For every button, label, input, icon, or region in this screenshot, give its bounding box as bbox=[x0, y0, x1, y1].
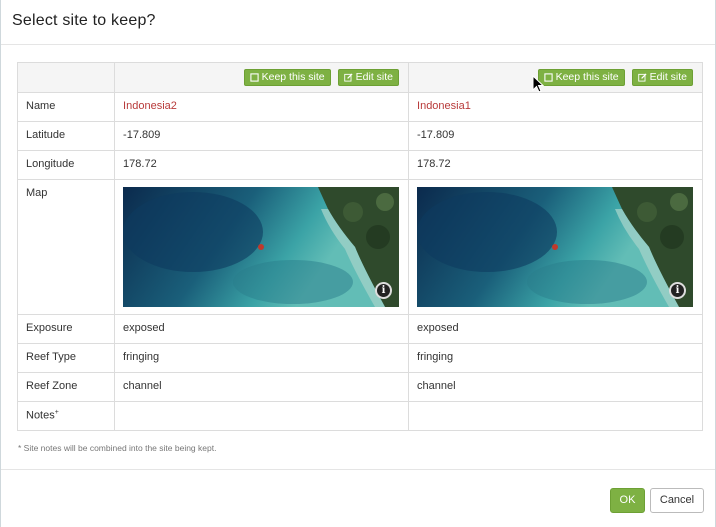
reef-type-row: Reef Type fringing fringing bbox=[16, 343, 703, 373]
reef-type-label: Reef Type bbox=[16, 343, 116, 373]
mouse-cursor-icon bbox=[532, 75, 544, 93]
edit-site-b-button[interactable]: Edit site bbox=[631, 69, 693, 86]
notes-label: Notes bbox=[26, 409, 55, 422]
site-a-header-cell: Keep this site Edit site bbox=[114, 62, 410, 93]
site-b-header-cell: Keep this site Edit site bbox=[408, 62, 703, 93]
keep-site-a-button[interactable]: Keep this site bbox=[243, 69, 331, 86]
site-a-reef-zone: channel bbox=[114, 372, 410, 402]
longitude-row: Longitude 178.72 178.72 bbox=[16, 150, 703, 180]
dialog-header: Select site to keep? bbox=[1, 0, 715, 45]
keep-site-a-label: Keep this site bbox=[261, 71, 325, 83]
site-b-map[interactable]: i bbox=[417, 187, 694, 307]
edit-icon bbox=[637, 73, 647, 82]
cancel-button[interactable]: Cancel bbox=[650, 488, 704, 513]
map-info-icon[interactable]: i bbox=[669, 282, 687, 299]
checkbox-icon bbox=[543, 73, 553, 82]
edit-site-a-button[interactable]: Edit site bbox=[337, 69, 400, 86]
map-row: Map i i bbox=[16, 179, 703, 315]
site-b-map-cell: i bbox=[408, 179, 703, 315]
map-label: Map bbox=[16, 179, 116, 315]
checkbox-icon bbox=[249, 73, 259, 82]
name-label: Name bbox=[16, 92, 116, 122]
site-comparison-table: Keep this site Edit site Keep this site bbox=[16, 62, 703, 431]
satellite-map-image bbox=[417, 187, 694, 307]
site-a-map[interactable]: i bbox=[123, 187, 400, 307]
latitude-label: Latitude bbox=[16, 121, 116, 151]
edit-site-a-label: Edit site bbox=[355, 71, 394, 83]
exposure-row: Exposure exposed exposed bbox=[16, 314, 703, 344]
exposure-label: Exposure bbox=[16, 314, 116, 344]
select-site-dialog: Select site to keep? Keep this site Edit… bbox=[0, 0, 716, 527]
header-empty-cell bbox=[16, 62, 116, 93]
longitude-label: Longitude bbox=[16, 150, 116, 180]
keep-site-b-label: Keep this site bbox=[555, 71, 619, 83]
notes-label-cell: Notes+ bbox=[16, 401, 116, 431]
dialog-body: Keep this site Edit site Keep this site bbox=[1, 45, 715, 469]
site-a-reef-type: fringing bbox=[114, 343, 410, 373]
site-a-latitude: -17.809 bbox=[114, 121, 410, 151]
site-b-notes bbox=[408, 401, 703, 431]
site-b-name: Indonesia1 bbox=[408, 92, 703, 122]
site-b-longitude: 178.72 bbox=[408, 150, 703, 180]
reef-zone-row: Reef Zone channel channel bbox=[16, 372, 703, 402]
reef-zone-label: Reef Zone bbox=[16, 372, 116, 402]
site-a-map-cell: i bbox=[114, 179, 410, 315]
latitude-row: Latitude -17.809 -17.809 bbox=[16, 121, 703, 151]
edit-site-b-label: Edit site bbox=[649, 71, 687, 83]
keep-site-b-button[interactable]: Keep this site bbox=[537, 69, 625, 86]
site-b-reef-zone: channel bbox=[408, 372, 703, 402]
site-b-reef-type: fringing bbox=[408, 343, 703, 373]
site-a-exposure: exposed bbox=[114, 314, 410, 344]
notes-row: Notes+ bbox=[16, 401, 703, 431]
dialog-footer: OK Cancel bbox=[1, 469, 715, 527]
map-info-icon[interactable]: i bbox=[375, 282, 393, 299]
dialog-title: Select site to keep? bbox=[12, 12, 156, 29]
table-header-row: Keep this site Edit site Keep this site bbox=[16, 62, 703, 93]
site-b-latitude: -17.809 bbox=[408, 121, 703, 151]
ok-button[interactable]: OK bbox=[610, 488, 645, 513]
site-a-longitude: 178.72 bbox=[114, 150, 410, 180]
edit-icon bbox=[343, 73, 353, 82]
notes-footnote-mark: + bbox=[54, 409, 59, 416]
name-row: Name Indonesia2 Indonesia1 bbox=[16, 92, 703, 122]
notes-footnote: * Site notes will be combined into the s… bbox=[18, 443, 217, 453]
site-a-name: Indonesia2 bbox=[114, 92, 410, 122]
site-b-exposure: exposed bbox=[408, 314, 703, 344]
site-a-notes bbox=[114, 401, 410, 431]
satellite-map-image bbox=[123, 187, 400, 307]
